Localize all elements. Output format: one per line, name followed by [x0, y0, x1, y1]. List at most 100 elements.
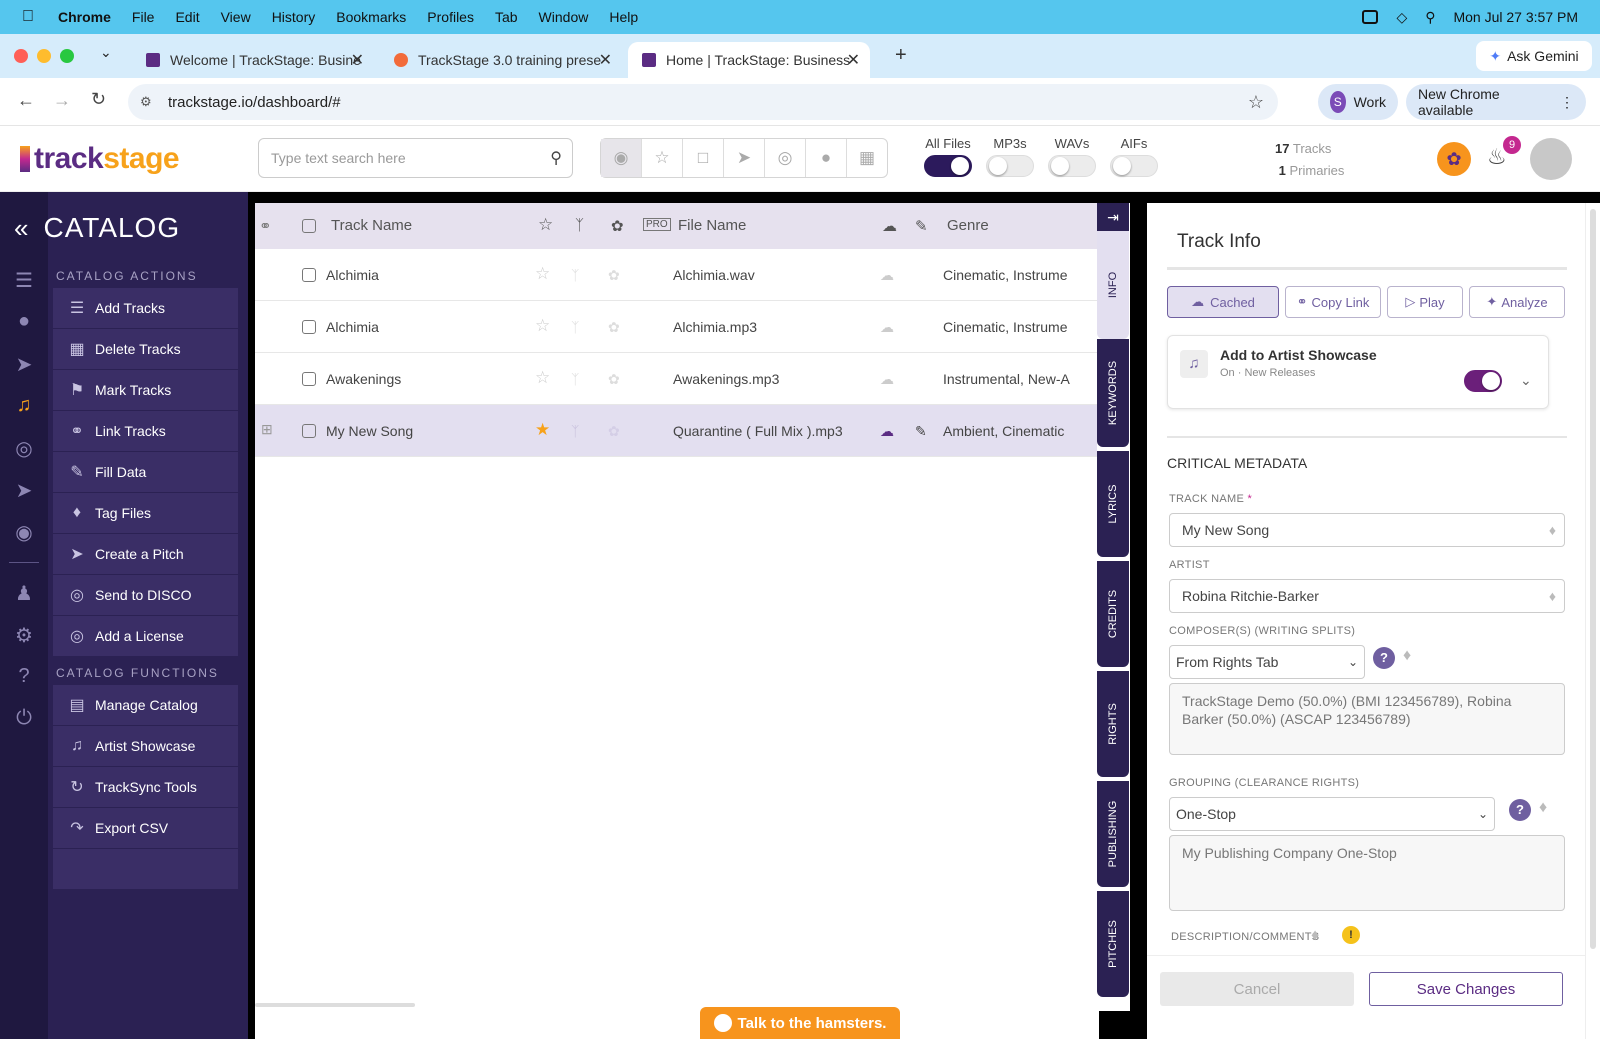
status-icon[interactable] — [1362, 10, 1379, 24]
header-track-name[interactable]: Track Name — [331, 217, 412, 234]
sidebar-item-artist-showcase[interactable]: ♫ Artist Showcase — [53, 726, 238, 767]
profile-button[interactable]: S Work — [1318, 84, 1398, 120]
sidebar-item-delete-tracks[interactable]: ▦ Delete Tracks — [53, 329, 238, 370]
music-list-icon[interactable]: ♫ — [11, 394, 37, 418]
star-column-icon[interactable]: ☆ — [538, 215, 553, 235]
star-icon[interactable]: ☆ — [535, 368, 550, 388]
cancel-button[interactable]: Cancel — [1160, 972, 1354, 1006]
composers-select[interactable]: From Rights Tab ⌄ — [1169, 645, 1365, 679]
menu-app[interactable]: Chrome — [58, 9, 111, 25]
collapse-sidebar-icon[interactable]: « — [14, 213, 29, 244]
sidebar-item-tag-files[interactable]: ♦ Tag Files — [53, 493, 238, 534]
grouping-select[interactable]: One-Stop ⌄ — [1169, 797, 1495, 831]
table-row-selected[interactable]: ⊞ My New Song ★ ᛉ ✿ Quarantine ( Full Mi… — [255, 405, 1099, 457]
zoom-window-button[interactable] — [60, 49, 74, 63]
filter-wavs[interactable]: WAVs — [1042, 136, 1102, 177]
star-icon[interactable]: ☆ — [535, 316, 550, 336]
branch-column-icon[interactable]: ᛉ — [575, 217, 584, 234]
menu-file[interactable]: File — [132, 9, 155, 25]
row-checkbox[interactable] — [302, 268, 316, 282]
minimize-window-button[interactable] — [37, 49, 51, 63]
select-all-checkbox[interactable] — [302, 219, 316, 233]
star-filled-icon[interactable]: ★ — [535, 420, 550, 440]
sidebar-item-tracksync-tools[interactable]: ↻ TrackSync Tools — [53, 767, 238, 808]
menu-profiles[interactable]: Profiles — [427, 9, 474, 25]
avatar[interactable] — [1530, 138, 1572, 180]
cloud-column-icon[interactable]: ☁ — [882, 217, 897, 235]
help-icon[interactable]: ? — [1373, 647, 1395, 669]
mic-icon[interactable]: ● — [11, 310, 37, 334]
row-checkbox[interactable] — [302, 320, 316, 334]
new-tab-icon[interactable]: + — [895, 44, 907, 67]
menu-bookmarks[interactable]: Bookmarks — [336, 9, 406, 25]
copy-link-button[interactable]: ⚭ Copy Link — [1285, 286, 1381, 318]
tag-icon[interactable]: ♦ — [1549, 588, 1556, 604]
chat-widget-button[interactable]: Talk to the hamsters. — [700, 1007, 900, 1039]
delete-filter-icon[interactable]: ▦ — [847, 139, 887, 177]
sidebar-item-send-disco[interactable]: ◎ Send to DISCO — [53, 575, 238, 616]
tab-info[interactable]: INFO — [1097, 231, 1129, 339]
edit-file-icon[interactable]: ✎ — [915, 423, 927, 440]
list-icon[interactable]: ☰ — [11, 268, 37, 292]
artist-field[interactable]: Robina Ritchie-Barker ♦ — [1169, 579, 1565, 613]
sidebar-item-manage-catalog[interactable]: ▤ Manage Catalog — [53, 685, 238, 726]
menu-tab[interactable]: Tab — [495, 9, 518, 25]
table-row[interactable]: Awakenings ☆ ᛉ ✿ Awakenings.mp3 ☁ Instru… — [255, 353, 1099, 405]
grouping-textarea[interactable]: My Publishing Company One-Stop — [1169, 835, 1565, 911]
search-menubar-icon[interactable]: ⚲ — [1425, 9, 1435, 26]
trackstage-logo[interactable]: trackstage — [20, 142, 180, 176]
sidebar-item-export-csv[interactable]: ↷ Export CSV — [53, 808, 238, 849]
star-icon[interactable]: ☆ — [535, 264, 550, 284]
more-menu-icon[interactable]: ⋮ — [1560, 94, 1574, 111]
tab-search-icon[interactable]: ⌄ — [100, 44, 112, 61]
tag-icon[interactable]: ♦ — [1539, 799, 1547, 817]
datetime[interactable]: Mon Jul 27 3:57 PM — [1453, 9, 1578, 25]
warning-icon[interactable]: ! — [1342, 926, 1360, 944]
tab-credits[interactable]: CREDITS — [1097, 561, 1129, 667]
tab-welcome[interactable]: Welcome | TrackStage: Busine ✕ — [132, 42, 374, 78]
tab-home[interactable]: Home | TrackStage: Business ✕ — [628, 42, 870, 78]
tag-icon[interactable]: ♦ — [1311, 927, 1319, 945]
help-icon[interactable]: ? — [1509, 799, 1531, 821]
edit-file-column-icon[interactable]: ✎ — [915, 217, 928, 235]
disco-icon[interactable]: ✿ — [1437, 142, 1471, 176]
address-bar[interactable]: ⚙ trackstage.io/dashboard/# ☆ — [128, 84, 1278, 120]
table-row[interactable]: Alchimia ☆ ᛉ ✿ Alchimia.mp3 ☁ Cinematic,… — [255, 301, 1099, 353]
reload-icon[interactable]: ↻ — [91, 89, 106, 110]
tab-training[interactable]: TrackStage 3.0 training prese ✕ — [380, 42, 622, 78]
back-icon[interactable]: ← — [17, 90, 35, 111]
users-icon[interactable]: ♟ — [11, 581, 37, 605]
mic-filter-icon[interactable]: ● — [806, 139, 847, 177]
close-tab-icon[interactable]: ✕ — [599, 50, 612, 70]
menu-view[interactable]: View — [221, 9, 251, 25]
leaf-column-icon[interactable]: ✿ — [611, 217, 624, 235]
bookmark-star-icon[interactable]: ☆ — [1248, 92, 1264, 113]
header-file-name[interactable]: File Name — [678, 217, 746, 234]
tab-publishing[interactable]: PUBLISHING — [1097, 781, 1129, 887]
help-icon[interactable]: ? — [11, 665, 37, 689]
row-checkbox[interactable] — [302, 424, 316, 438]
panel-scrollbar[interactable] — [1585, 203, 1600, 1039]
power-icon[interactable]: ⏻ — [11, 707, 37, 731]
sidebar-item-fill-data[interactable]: ✎ Fill Data — [53, 452, 238, 493]
eye-filter-icon[interactable]: ◉ — [601, 139, 642, 177]
cached-button[interactable]: ☁ Cached — [1167, 286, 1279, 318]
update-chrome-button[interactable]: New Chrome available ⋮ — [1406, 84, 1586, 120]
row-checkbox[interactable] — [302, 372, 316, 386]
sidebar-item-add-tracks[interactable]: ☰ Add Tracks — [53, 288, 238, 329]
filter-all-files[interactable]: All Files — [918, 136, 978, 177]
toggle-switch[interactable] — [924, 155, 972, 177]
sidebar-item-mark-tracks[interactable]: ⚑ Mark Tracks — [53, 370, 238, 411]
close-tab-icon[interactable]: ✕ — [351, 50, 364, 70]
tab-lyrics[interactable]: LYRICS — [1097, 451, 1129, 557]
expand-row-icon[interactable]: ⊞ — [261, 421, 273, 438]
analyze-button[interactable]: ✦ Analyze — [1469, 286, 1565, 318]
toggle-switch[interactable] — [1048, 155, 1096, 177]
sidebar-item-create-pitch[interactable]: ➤ Create a Pitch — [53, 534, 238, 575]
wifi-icon[interactable]: ◇ — [1396, 9, 1407, 26]
pitch-icon[interactable]: ➤ — [11, 478, 37, 502]
apple-icon[interactable]:  — [22, 8, 42, 26]
toggle-switch[interactable] — [986, 155, 1034, 177]
sync-icon[interactable]: ◉ — [11, 520, 37, 544]
table-row[interactable]: Alchimia ☆ ᛉ ✿ Alchimia.wav ☁ Cinematic,… — [255, 249, 1099, 301]
